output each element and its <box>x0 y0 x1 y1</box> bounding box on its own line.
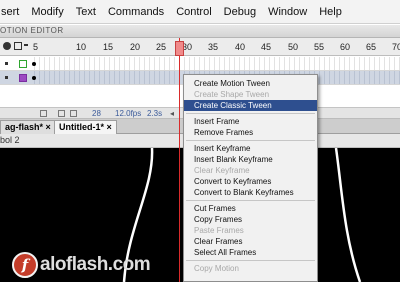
menu-item-insert-frame[interactable]: Insert Frame <box>184 116 317 127</box>
playhead-line <box>179 38 180 282</box>
visibility-dot-icon[interactable] <box>5 76 8 79</box>
eye-icon[interactable] <box>3 42 11 50</box>
doc-tab-title: ag-flash* <box>5 122 44 132</box>
keyframe-marker <box>32 76 36 80</box>
menu-item-paste-frames: Paste Frames <box>194 226 244 235</box>
current-frame: 28 <box>92 109 101 118</box>
menu-separator <box>186 200 315 201</box>
watermark-badge: f <box>12 252 38 278</box>
menu-commands[interactable]: Commands <box>102 6 170 18</box>
menu-separator <box>186 260 315 261</box>
doc-tab[interactable]: ag-flash* × <box>0 120 56 134</box>
watermark-logo: f aloflash.com <box>12 252 151 278</box>
menu-item-clear-frames[interactable]: Clear Frames <box>184 236 317 247</box>
layer-row[interactable] <box>0 57 400 71</box>
ruler-tick-label: 15 <box>103 42 114 52</box>
ruler-tick-label: 40 <box>235 42 246 52</box>
frame-rate: 12.0fps <box>115 109 142 118</box>
ruler-tick-label: 70 <box>392 42 400 52</box>
ruler-tick-label: 20 <box>130 42 141 52</box>
menu-item-copy-motion: Copy Motion <box>194 264 239 273</box>
menu-debug[interactable]: Debug <box>218 6 262 18</box>
ruler-tick-label: 5 <box>33 42 39 52</box>
keyframe-marker <box>32 62 36 66</box>
menu-help[interactable]: Help <box>313 6 348 18</box>
ruler-tick-label: 65 <box>366 42 377 52</box>
menu-bar: sert Modify Text Commands Control Debug … <box>0 0 400 24</box>
edit-multiple-frames-icon[interactable] <box>70 110 77 117</box>
menu-item-create-shape-tween: Create Shape Tween <box>194 90 270 99</box>
menu-insert[interactable]: sert <box>0 6 25 18</box>
menu-modify[interactable]: Modify <box>25 6 69 18</box>
visibility-dot-icon[interactable] <box>5 62 8 65</box>
lock-icon[interactable] <box>14 42 22 50</box>
ruler-tick-label: 35 <box>208 42 219 52</box>
onion-skin-icon[interactable] <box>58 110 65 117</box>
menu-separator <box>186 113 315 114</box>
ruler-tick-label: 55 <box>314 42 325 52</box>
symbol-breadcrumb[interactable]: bol 2 <box>0 135 20 145</box>
menu-item-select-all-frames[interactable]: Select All Frames <box>184 247 317 258</box>
doc-tab-active[interactable]: Untitled-1* × <box>54 120 117 134</box>
context-menu: Create Motion Tween Create Shape Tween Cre… <box>183 74 318 282</box>
menu-separator <box>186 140 315 141</box>
menu-item-clear-keyframe: Clear Keyframe <box>194 166 250 175</box>
motion-editor-tab[interactable]: OTION EDITOR <box>0 25 400 38</box>
menu-item-insert-keyframe[interactable]: Insert Keyframe <box>184 143 317 154</box>
insert-layer-icon[interactable] <box>40 110 47 117</box>
timeline-ruler[interactable]: 5 10 15 20 25 30 35 40 45 50 55 60 65 70 <box>0 38 400 56</box>
menu-item-create-classic-tween[interactable]: Create Classic Tween <box>184 100 317 111</box>
menu-item-convert-to-blank-keyframes[interactable]: Convert to Blank Keyframes <box>184 187 317 198</box>
layer-frames[interactable] <box>30 57 400 70</box>
ruler-tick-label: 50 <box>288 42 299 52</box>
menu-item-convert-to-keyframes[interactable]: Convert to Keyframes <box>184 176 317 187</box>
outline-icon[interactable] <box>24 44 28 46</box>
menu-item-copy-frames[interactable]: Copy Frames <box>184 214 317 225</box>
ruler-tick-label: 25 <box>156 42 167 52</box>
menu-control[interactable]: Control <box>170 6 217 18</box>
close-icon[interactable]: × <box>46 122 51 132</box>
scroll-left-icon[interactable]: ◂ <box>170 109 174 118</box>
menu-text[interactable]: Text <box>70 6 102 18</box>
stage-curve-right <box>334 148 362 282</box>
menu-item-insert-blank-keyframe[interactable]: Insert Blank Keyframe <box>184 154 317 165</box>
ruler-tick-label: 45 <box>261 42 272 52</box>
menu-item-create-motion-tween[interactable]: Create Motion Tween <box>184 78 317 89</box>
playhead-handle[interactable] <box>175 41 184 56</box>
watermark-text: aloflash.com <box>40 254 151 275</box>
layer-outline-color-swatch[interactable] <box>19 60 27 68</box>
menu-item-remove-frames[interactable]: Remove Frames <box>184 127 317 138</box>
close-icon[interactable]: × <box>107 122 112 132</box>
doc-tab-title: Untitled-1* <box>59 122 104 132</box>
ruler-tick-label: 60 <box>340 42 351 52</box>
layer-outline-color-swatch[interactable] <box>19 74 27 82</box>
elapsed-time: 2.3s <box>147 109 163 118</box>
menu-item-cut-frames[interactable]: Cut Frames <box>184 203 317 214</box>
ruler-tick-label: 10 <box>76 42 87 52</box>
motion-editor-label: OTION EDITOR <box>0 26 64 35</box>
menu-window[interactable]: Window <box>262 6 313 18</box>
